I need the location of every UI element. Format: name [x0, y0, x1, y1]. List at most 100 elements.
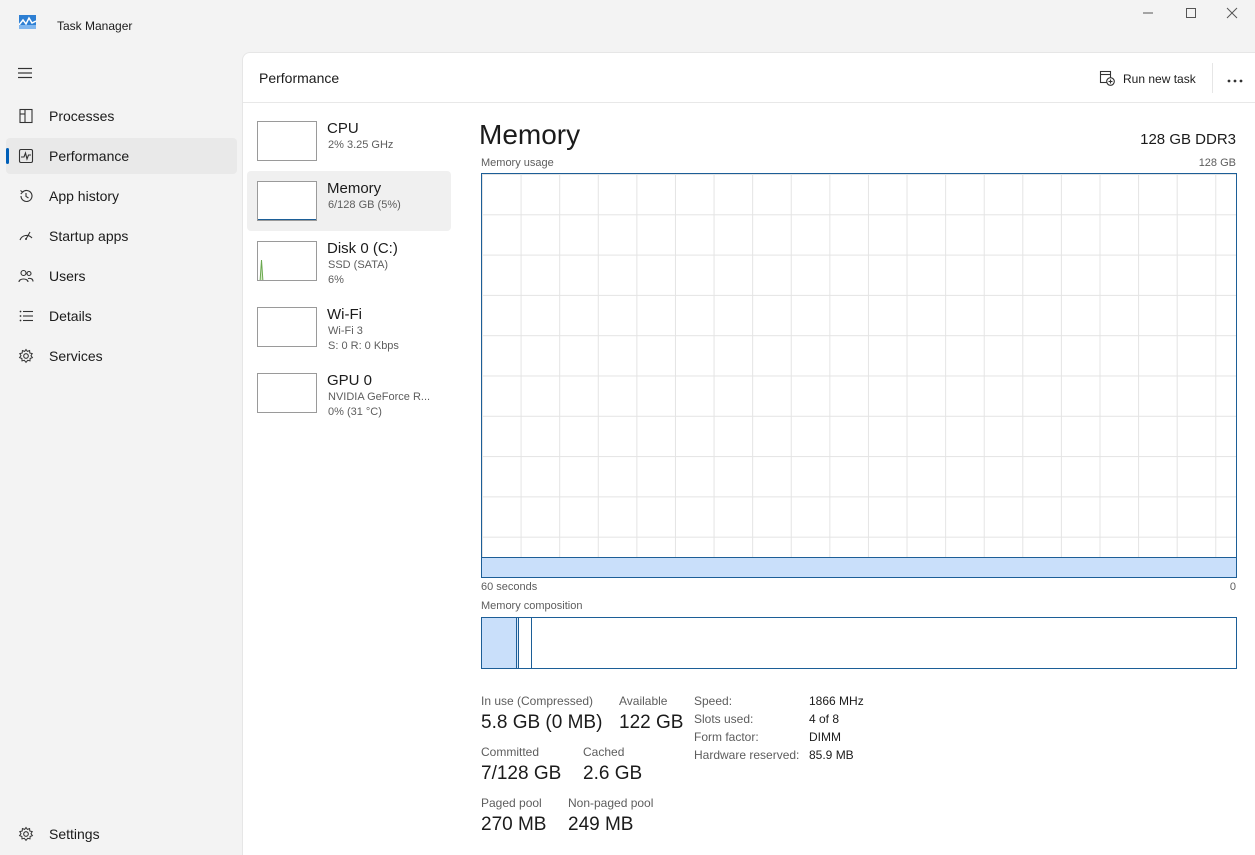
- device-detail: 6/128 GB (5%): [328, 199, 401, 211]
- nonpaged-pool-label: Non-paged pool: [568, 796, 654, 810]
- in-use-value: 5.8 GB (0 MB): [481, 712, 603, 733]
- page-title: Performance: [259, 70, 340, 86]
- spec-key: Form factor:: [694, 730, 759, 744]
- close-icon: [1226, 6, 1238, 24]
- history-icon: [17, 187, 35, 205]
- spec-value: 4 of 8: [809, 712, 840, 726]
- device-name: Wi-Fi: [327, 306, 362, 323]
- more-icon: [1227, 70, 1243, 88]
- nav-item-label: Settings: [49, 826, 100, 842]
- nonpaged-pool-value: 249 MB: [568, 814, 634, 835]
- memory-composition-label: Memory composition: [481, 600, 583, 612]
- spec-key: Hardware reserved:: [694, 748, 800, 762]
- memory-usage-graph: [481, 173, 1237, 578]
- more-options-button[interactable]: [1220, 68, 1250, 90]
- graph-grid: [482, 174, 1236, 577]
- page-header: Performance Run new task: [243, 53, 1255, 103]
- cpu-thumbnail-graph: [257, 121, 317, 161]
- run-new-task-button[interactable]: Run new task: [1099, 68, 1196, 90]
- spec-key: Speed:: [694, 694, 733, 708]
- window-title: Task Manager: [57, 19, 133, 33]
- title-bar: Task Manager: [0, 0, 1255, 52]
- spec-value: 85.9 MB: [809, 748, 854, 762]
- nav-item-users[interactable]: Users: [6, 258, 237, 294]
- spec-value: 1866 MHz: [809, 694, 864, 708]
- nav-item-app-history[interactable]: App history: [6, 178, 237, 214]
- memory-composition-bar: [481, 617, 1237, 669]
- nav-item-processes[interactable]: Processes: [6, 98, 237, 134]
- task-manager-app-icon: [18, 15, 37, 29]
- maximize-icon: [1185, 6, 1197, 24]
- device-item-gpu[interactable]: GPU 0 NVIDIA GeForce R... 0% (31 °C): [247, 363, 451, 423]
- minimize-icon: [1142, 6, 1154, 24]
- run-new-task-label: Run new task: [1123, 72, 1196, 86]
- nav-item-label: Performance: [49, 148, 130, 164]
- device-detail: 2% 3.25 GHz: [328, 139, 394, 151]
- memory-usage-fill: [482, 557, 1236, 577]
- startup-icon: [17, 227, 35, 245]
- selection-indicator: [6, 148, 9, 164]
- hamburger-icon: [17, 66, 33, 84]
- device-item-disk[interactable]: Disk 0 (C:) SSD (SATA) 6%: [247, 231, 451, 291]
- device-name: Disk 0 (C:): [327, 240, 398, 257]
- wifi-thumbnail-graph: [257, 307, 317, 347]
- close-button[interactable]: [1218, 6, 1246, 24]
- memory-usage-max: 128 GB: [1198, 157, 1236, 169]
- device-name: CPU: [327, 120, 359, 137]
- nav-item-label: Processes: [49, 108, 115, 124]
- header-divider: [1212, 63, 1213, 93]
- available-label: Available: [619, 694, 668, 708]
- nav-item-label: Services: [49, 348, 103, 364]
- composition-standby: [519, 618, 532, 668]
- services-icon: [17, 347, 35, 365]
- nav-item-details[interactable]: Details: [6, 298, 237, 334]
- cached-value: 2.6 GB: [583, 763, 643, 784]
- device-name: GPU 0: [327, 372, 373, 389]
- paged-pool-value: 270 MB: [481, 814, 547, 835]
- nav-toggle-button[interactable]: [15, 66, 35, 84]
- maximize-button[interactable]: [1177, 6, 1205, 24]
- device-item-cpu[interactable]: CPU 2% 3.25 GHz: [247, 111, 451, 171]
- nav-item-label: Startup apps: [49, 228, 129, 244]
- nav-item-startup-apps[interactable]: Startup apps: [6, 218, 237, 254]
- performance-icon: [17, 147, 35, 165]
- committed-label: Committed: [481, 745, 540, 759]
- available-value: 122 GB: [619, 712, 684, 733]
- spec-key: Slots used:: [694, 712, 754, 726]
- nav-item-label: App history: [49, 188, 120, 204]
- details-icon: [17, 307, 35, 325]
- nav-item-services[interactable]: Services: [6, 338, 237, 374]
- cached-label: Cached: [583, 745, 625, 759]
- in-use-label: In use (Compressed): [481, 694, 594, 708]
- device-name: Memory: [327, 180, 382, 197]
- spec-value: DIMM: [809, 730, 841, 744]
- disk-thumbnail-graph: [257, 241, 317, 281]
- run-task-icon: [1099, 70, 1115, 89]
- device-detail: S: 0 R: 0 Kbps: [328, 340, 399, 352]
- users-icon: [17, 267, 35, 285]
- committed-value: 7/128 GB: [481, 763, 562, 784]
- device-detail: Wi-Fi 3: [328, 325, 363, 337]
- composition-in-use: [482, 618, 517, 668]
- minimize-button[interactable]: [1134, 6, 1162, 24]
- memory-thumbnail-graph: [257, 181, 317, 221]
- settings-icon: [17, 825, 35, 843]
- main-panel: Performance Run new task CPU 2% 3.25 GHz…: [242, 52, 1255, 855]
- nav-item-performance[interactable]: Performance: [6, 138, 237, 174]
- graph-time-end: 0: [1229, 581, 1236, 593]
- device-detail: 0% (31 °C): [328, 406, 382, 418]
- graph-time-start: 60 seconds: [481, 581, 538, 593]
- gpu-thumbnail-graph: [257, 373, 317, 413]
- nav-item-label: Users: [49, 268, 86, 284]
- device-item-memory[interactable]: Memory 6/128 GB (5%): [247, 171, 451, 231]
- nav-item-settings[interactable]: Settings: [6, 816, 237, 852]
- device-item-wifi[interactable]: Wi-Fi Wi-Fi 3 S: 0 R: 0 Kbps: [247, 297, 451, 357]
- memory-spec: 128 GB DDR3: [1140, 131, 1236, 148]
- device-detail: NVIDIA GeForce R...: [328, 391, 431, 403]
- device-detail: 6%: [328, 274, 344, 286]
- processes-icon: [17, 107, 35, 125]
- paged-pool-label: Paged pool: [481, 796, 542, 810]
- nav-item-label: Details: [49, 308, 92, 324]
- memory-heading: Memory: [479, 119, 581, 150]
- device-detail: SSD (SATA): [328, 259, 389, 271]
